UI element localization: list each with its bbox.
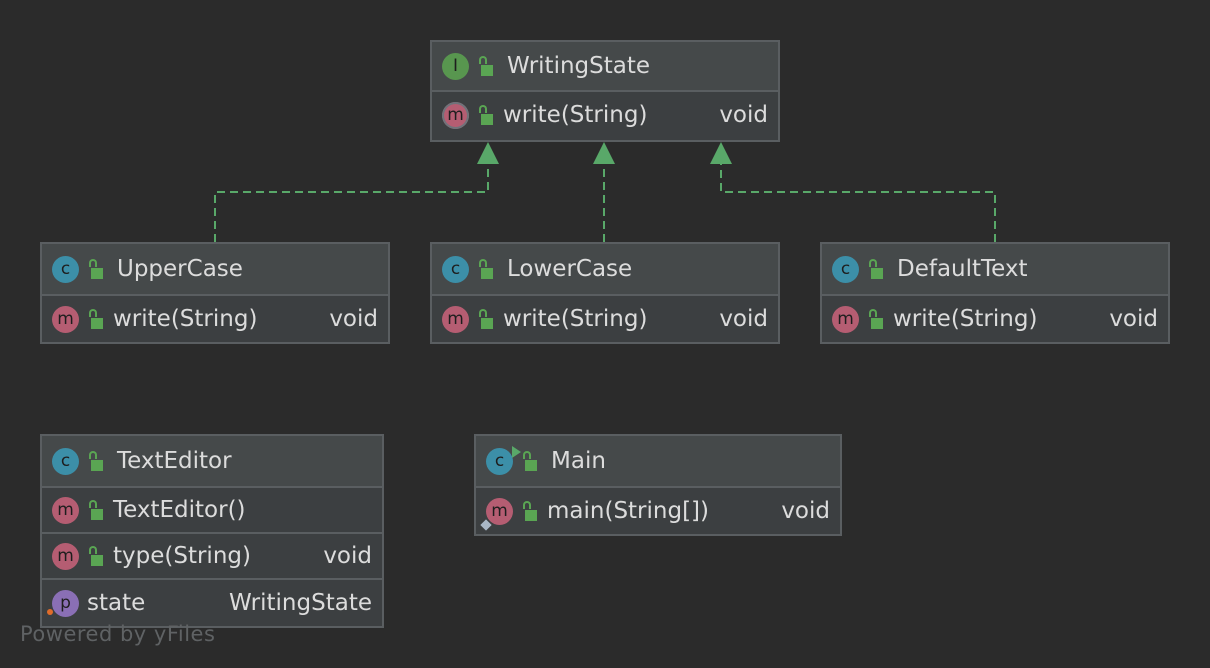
public-lock-icon bbox=[477, 56, 493, 76]
public-lock-icon bbox=[867, 309, 883, 329]
public-lock-icon bbox=[87, 500, 103, 520]
property-badge-letter: p bbox=[60, 593, 71, 613]
interface-icon: I bbox=[442, 52, 469, 80]
member-row[interactable]: m write(String) void bbox=[822, 296, 1168, 342]
member-type: void bbox=[1109, 306, 1158, 332]
member-row[interactable]: m write(String) void bbox=[432, 296, 778, 342]
node-header[interactable]: c DefaultText bbox=[822, 244, 1168, 296]
node-defaulttext[interactable]: c DefaultText m write(String) void bbox=[820, 242, 1170, 344]
public-lock-icon bbox=[521, 451, 537, 471]
member-row[interactable]: p state WritingState bbox=[42, 580, 382, 626]
member-name: write(String) bbox=[113, 306, 258, 332]
public-lock-icon bbox=[477, 105, 493, 125]
public-lock-icon bbox=[477, 259, 493, 279]
node-uppercase[interactable]: c UpperCase m write(String) void bbox=[40, 242, 390, 344]
node-header[interactable]: I WritingState bbox=[432, 42, 778, 92]
method-icon: m bbox=[442, 101, 469, 129]
member-type: void bbox=[329, 306, 378, 332]
property-icon: p bbox=[47, 589, 79, 617]
node-title: Main bbox=[551, 448, 606, 474]
node-header[interactable]: c UpperCase bbox=[42, 244, 388, 296]
public-lock-icon bbox=[87, 546, 103, 566]
method-icon: m bbox=[480, 497, 513, 531]
node-header[interactable]: c TextEditor bbox=[42, 436, 382, 488]
member-name: state bbox=[87, 590, 146, 616]
class-icon: c bbox=[486, 445, 521, 475]
member-row[interactable]: m write(String) void bbox=[42, 296, 388, 342]
method-icon: m bbox=[442, 305, 469, 333]
node-header[interactable]: c LowerCase bbox=[432, 244, 778, 296]
member-type: void bbox=[719, 306, 768, 332]
member-row[interactable]: m write(String) void bbox=[432, 92, 778, 138]
node-title: WritingState bbox=[507, 53, 651, 79]
node-title: DefaultText bbox=[897, 256, 1028, 282]
arrowhead-lowercase bbox=[593, 142, 615, 164]
member-name: write(String) bbox=[503, 102, 648, 128]
member-type: void bbox=[719, 102, 768, 128]
class-icon: c bbox=[52, 255, 79, 283]
method-icon: m bbox=[52, 496, 79, 524]
arrowhead-defaulttext bbox=[710, 142, 732, 164]
node-title: UpperCase bbox=[117, 256, 243, 282]
member-name: write(String) bbox=[893, 306, 1038, 332]
public-lock-icon bbox=[521, 501, 537, 521]
class-icon: c bbox=[442, 255, 469, 283]
method-icon: m bbox=[52, 542, 79, 570]
public-lock-icon bbox=[477, 309, 493, 329]
member-name: type(String) bbox=[113, 543, 251, 569]
member-name: write(String) bbox=[503, 306, 648, 332]
class-badge-letter: c bbox=[494, 451, 505, 471]
run-icon bbox=[512, 445, 521, 458]
member-type: void bbox=[781, 498, 830, 524]
member-type: WritingState bbox=[228, 590, 372, 616]
member-name: main(String[]) bbox=[547, 498, 709, 524]
member-type: void bbox=[323, 543, 372, 569]
public-lock-icon bbox=[87, 259, 103, 279]
method-icon: m bbox=[52, 305, 79, 333]
member-row[interactable]: m type(String) void bbox=[42, 534, 382, 580]
method-icon: m bbox=[832, 305, 859, 333]
public-lock-icon bbox=[867, 259, 883, 279]
node-writingstate[interactable]: I WritingState m write(String) void bbox=[430, 40, 780, 142]
node-title: TextEditor bbox=[117, 448, 232, 474]
field-dot-icon bbox=[47, 608, 53, 615]
public-lock-icon bbox=[87, 309, 103, 329]
class-icon: c bbox=[832, 255, 859, 283]
member-row[interactable]: m TextEditor() bbox=[42, 488, 382, 534]
method-badge-letter: m bbox=[491, 501, 508, 521]
yfiles-watermark: Powered by yFiles bbox=[20, 622, 216, 646]
edge-uppercase-writingstate bbox=[214, 162, 489, 242]
public-lock-icon bbox=[87, 451, 103, 471]
node-title: LowerCase bbox=[507, 256, 633, 282]
node-main[interactable]: c Main m main(String[]) void bbox=[474, 434, 842, 536]
member-name: TextEditor() bbox=[113, 497, 246, 523]
arrowhead-uppercase bbox=[477, 142, 499, 164]
member-row[interactable]: m main(String[]) void bbox=[476, 488, 840, 534]
edge-defaulttext-writingstate bbox=[720, 162, 996, 242]
node-header[interactable]: c Main bbox=[476, 436, 840, 488]
node-lowercase[interactable]: c LowerCase m write(String) void bbox=[430, 242, 780, 344]
node-texteditor[interactable]: c TextEditor m TextEditor() m type(Strin… bbox=[40, 434, 384, 628]
static-icon bbox=[480, 518, 492, 531]
class-icon: c bbox=[52, 447, 79, 475]
